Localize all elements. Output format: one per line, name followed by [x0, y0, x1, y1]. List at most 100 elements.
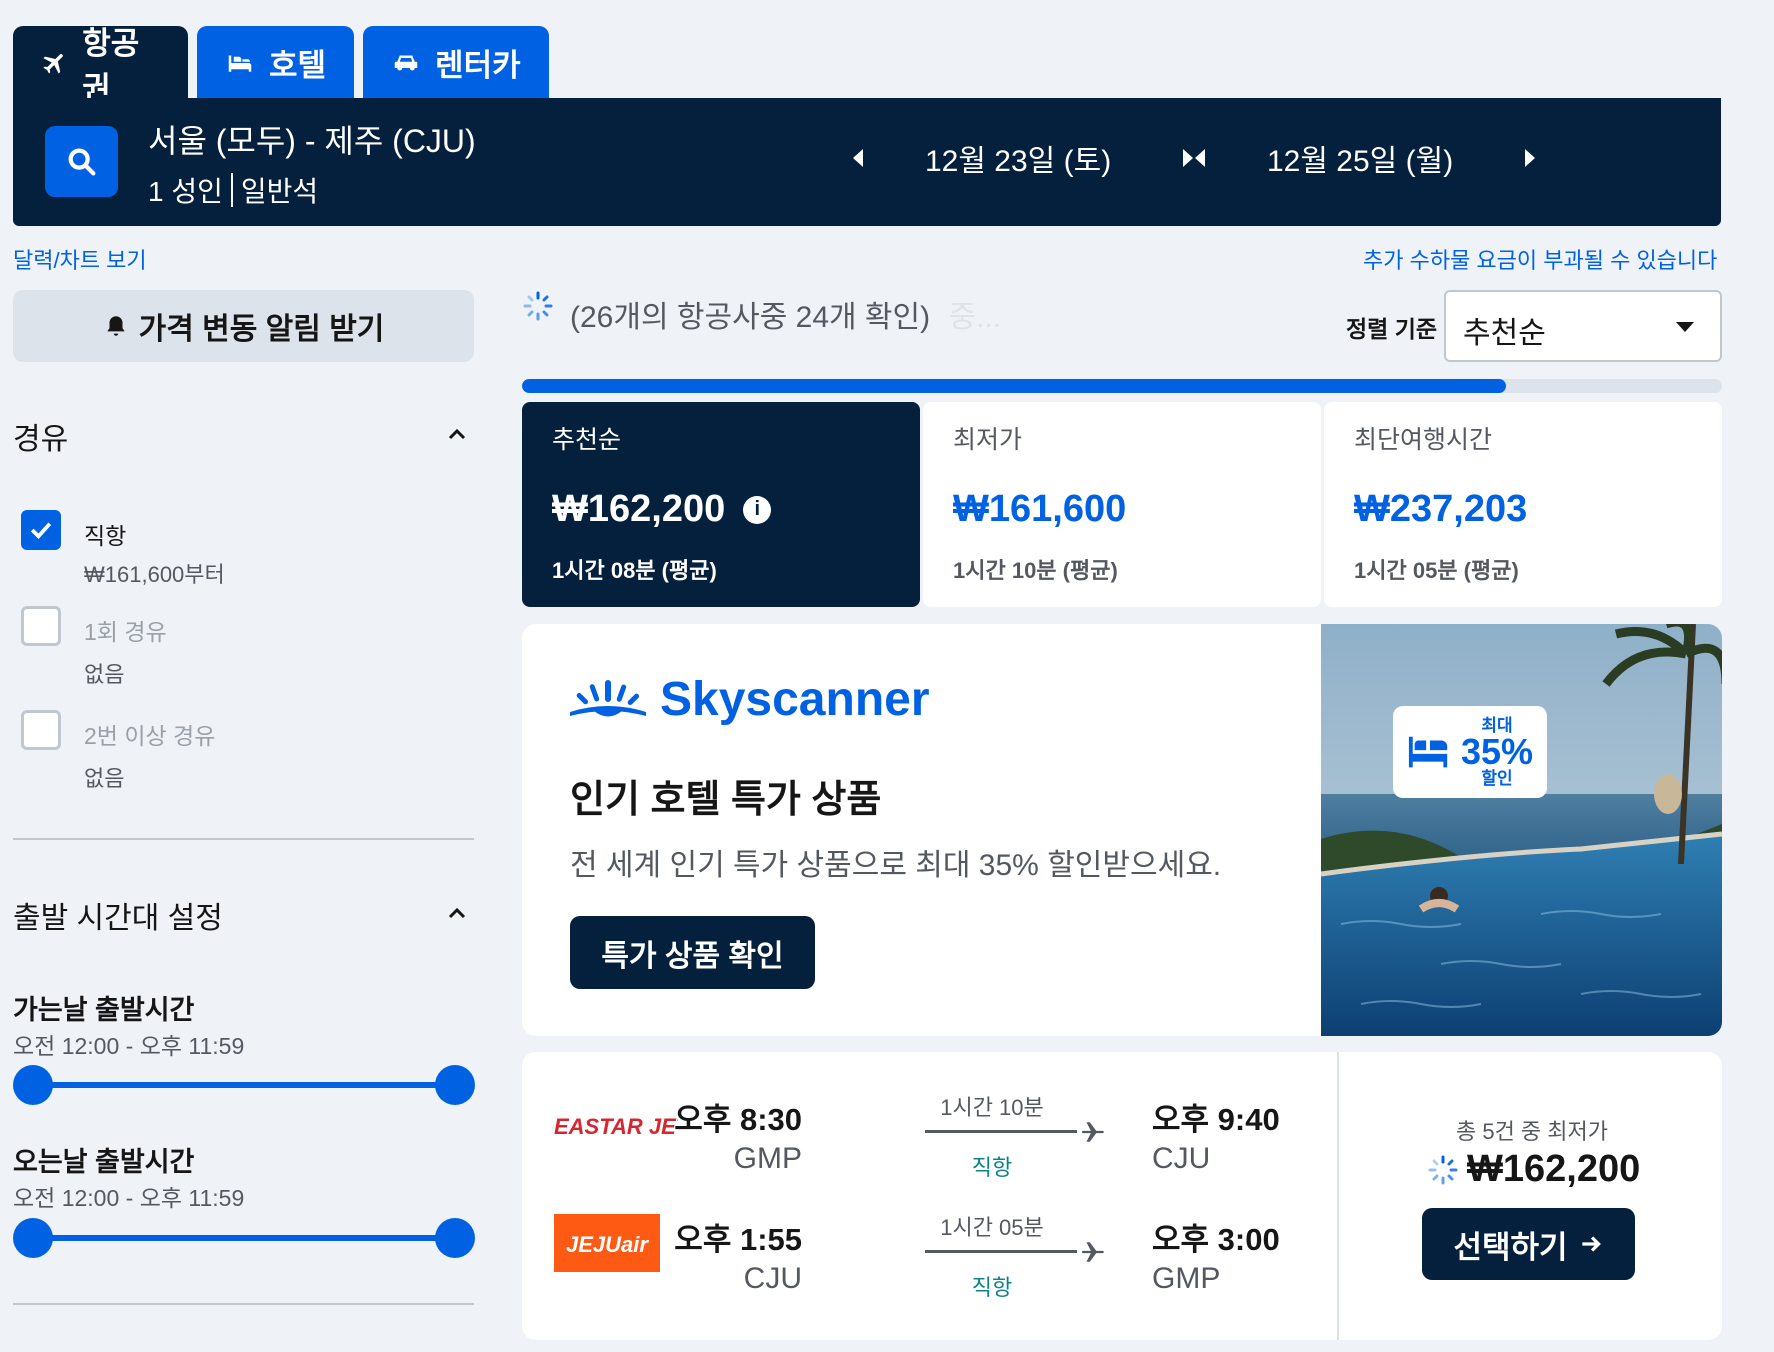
sort-card-label: 최저가 [953, 426, 1023, 454]
sort-card-duration: 1시간 08분 (평균) [552, 558, 717, 583]
price-alert-label: 가격 변동 알림 받기 [138, 313, 385, 346]
product-tabs: 항공권 호텔 렌터카 [13, 26, 549, 106]
leg-line [925, 1130, 1077, 1133]
hotel-deals-ad: Skyscanner 인기 호텔 특가 상품 전 세계 인기 특가 상품으로 최… [522, 624, 1722, 1036]
depart-prev-arrow-icon[interactable] [853, 149, 863, 167]
chevron-up-icon[interactable] [447, 903, 467, 923]
sort-card-price: ₩237,203 [1354, 488, 1528, 530]
sort-card-price-value: ₩162,200 [552, 488, 726, 530]
slider-track [33, 1235, 455, 1241]
search-summary-bar: 서울 (모두) - 제주 (CJU) 1 성인 일반석 12월 23일 (토) … [13, 98, 1721, 226]
slider-min-handle[interactable] [13, 1065, 53, 1105]
result-price: ₩162,200 [1427, 1148, 1640, 1191]
discount-badge: 최대 35% 할인 [1393, 706, 1547, 798]
airlines-checked-count: (26개의 항공사중 24개 확인) [570, 301, 931, 334]
arrival-time: 오후 9:40 [1152, 1102, 1280, 1137]
airlines-checked-status: (26개의 항공사중 24개 확인) 중... [570, 292, 1001, 336]
tab-flights[interactable]: 항공권 [13, 26, 188, 106]
discount-text: 최대 35% 할인 [1461, 717, 1533, 787]
inbound-time-range: 오전 12:00 - 오후 11:59 [13, 1185, 245, 1211]
inbound-time-slider [13, 1216, 475, 1260]
tab-hotels[interactable]: 호텔 [197, 26, 355, 99]
depart-date-control: 12월 23일 (토) [853, 128, 1194, 188]
sort-card-fastest[interactable]: 최단여행시간 ₩237,203 1시간 05분 (평균) [1324, 402, 1722, 607]
check-icon [30, 522, 52, 539]
direct-checkbox[interactable] [21, 510, 61, 550]
two-plus-stops-checkbox[interactable] [21, 710, 61, 750]
sort-card-duration: 1시간 05분 (평균) [1354, 558, 1519, 583]
sort-label: 정렬 기준 [1346, 316, 1438, 342]
tab-car-rental[interactable]: 렌터카 [363, 26, 549, 99]
slider-min-handle[interactable] [13, 1218, 53, 1258]
view-deals-button[interactable]: 특가 상품 확인 [570, 916, 815, 989]
passenger-cabin[interactable]: 1 성인 일반석 [148, 170, 318, 210]
search-progress-fill [522, 379, 1506, 393]
chevron-up-icon[interactable] [447, 424, 467, 444]
infinity-pool-photo: 최대 35% 할인 [1321, 624, 1722, 1036]
outbound-time-range: 오전 12:00 - 오후 11:59 [13, 1033, 245, 1059]
sidebar-divider [13, 838, 474, 840]
leg-stops: 직항 [971, 1275, 1013, 1300]
departure-time: 오후 8:30 [674, 1102, 802, 1137]
return-date[interactable]: 12월 25일 (월) [1267, 136, 1453, 180]
one-stop-checkbox[interactable] [21, 606, 61, 646]
stops-option-price: 없음 [84, 662, 125, 687]
select-flight-button[interactable]: 선택하기 [1422, 1208, 1635, 1280]
sort-dropdown[interactable]: 추천순 [1444, 290, 1722, 362]
arrival-airport: CJU [1152, 1142, 1211, 1175]
leg-stops: 직항 [971, 1155, 1013, 1180]
airlines-checked-suffix: 중... [948, 301, 1002, 334]
sort-card-duration: 1시간 10분 (평균) [953, 558, 1118, 583]
sort-card-best[interactable]: 추천순 ₩162,200 i 1시간 08분 (평균) [522, 402, 920, 607]
stops-option-price: ₩161,600부터 [84, 562, 225, 587]
sort-card-price: ₩162,200 i [552, 488, 890, 531]
slider-max-handle[interactable] [435, 1065, 475, 1105]
price-alert-button[interactable]: 가격 변동 알림 받기 [13, 290, 474, 362]
sort-card-label: 최단여행시간 [1354, 426, 1493, 454]
stops-option-price: 없음 [84, 766, 125, 791]
card-divider [1337, 1052, 1339, 1340]
skyscanner-logo: Skyscanner [570, 672, 930, 727]
sort-tabs: 추천순 ₩162,200 i 1시간 08분 (평균) 최저가 ₩161,600… [522, 402, 1722, 607]
stops-option-label: 2번 이상 경유 [84, 723, 216, 749]
flight-result-card[interactable]: EASTAR JET 오후 8:30 GMP 1시간 10분 직항 오후 9:4… [522, 1052, 1722, 1340]
info-icon[interactable]: i [743, 495, 772, 524]
stops-section-title[interactable]: 경유 [13, 414, 68, 458]
departure-airport: CJU [743, 1262, 802, 1295]
plane-icon [1082, 1122, 1104, 1142]
baggage-notice-link[interactable]: 추가 수하물 요금이 부과될 수 있습니다 [1363, 243, 1717, 275]
ad-title: 인기 호텔 특가 상품 [570, 779, 882, 821]
bell-icon [106, 316, 125, 336]
route-text[interactable]: 서울 (모두) - 제주 (CJU) [148, 116, 476, 162]
departure-time-section-title[interactable]: 출발 시간대 설정 [13, 893, 223, 937]
search-button[interactable] [45, 126, 118, 197]
search-icon [68, 148, 95, 175]
calendar-chart-link[interactable]: 달력/차트 보기 [13, 243, 147, 275]
slider-max-handle[interactable] [435, 1218, 475, 1258]
depart-date[interactable]: 12월 23일 (토) [925, 136, 1111, 180]
eastar-jet-wordmark: EASTAR JET [554, 1114, 678, 1139]
sort-card-cheapest[interactable]: 최저가 ₩161,600 1시간 10분 (평균) [923, 402, 1321, 607]
skyscanner-wordmark: Skyscanner [660, 673, 930, 726]
departure-airport: GMP [733, 1142, 802, 1175]
arrival-airport: GMP [1152, 1262, 1221, 1295]
jejuair-wordmark: JEJUair [566, 1232, 649, 1257]
sunrise-logo-icon [570, 679, 646, 716]
depart-next-arrow-icon[interactable] [1183, 149, 1194, 167]
sidebar-divider [13, 1303, 474, 1305]
return-prev-arrow-icon[interactable] [1195, 149, 1205, 167]
car-icon [394, 55, 418, 70]
eastar-jet-logo: EASTAR JET [554, 1114, 678, 1139]
select-label: 선택하기 [1453, 1229, 1568, 1265]
sort-card-label: 추천순 [552, 426, 622, 454]
stops-option-label: 직항 [84, 523, 127, 549]
tab-flights-label: 항공권 [82, 25, 140, 106]
outbound-time-slider [13, 1063, 475, 1107]
pool-image [1321, 624, 1722, 1036]
outbound-time-label: 가는날 출발시간 [13, 995, 195, 1025]
plane-icon [43, 53, 63, 73]
sort-value: 추천순 [1463, 317, 1546, 350]
return-next-arrow-icon[interactable] [1525, 149, 1536, 167]
deals-count-label: 총 5건 중 최저가 [1455, 1119, 1608, 1144]
cabin-class: 일반석 [240, 176, 319, 207]
